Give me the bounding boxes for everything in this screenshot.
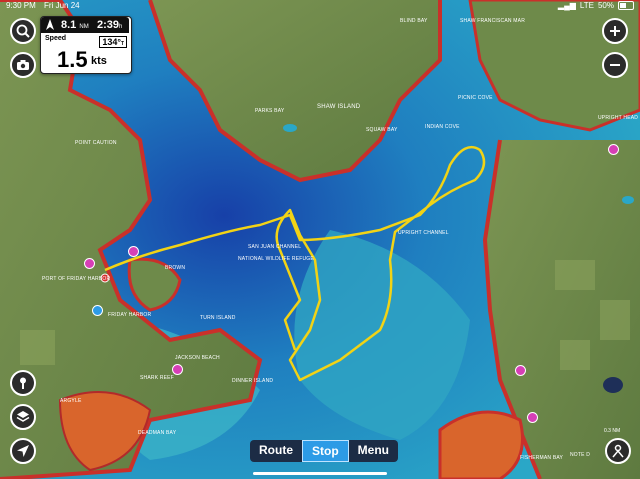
- lake: [603, 377, 623, 393]
- map-label-wildlife-refuge: NATIONAL WILDLIFE REFUGE: [238, 256, 314, 262]
- map-label-blind-bay: BLIND BAY: [400, 18, 428, 24]
- marina-marker[interactable]: [84, 258, 95, 269]
- map-label-friday-harbor: FRIDAY HARBOR: [108, 312, 152, 318]
- status-battery-percent: 50%: [597, 1, 614, 10]
- signal-bars-icon: ▂▄▆: [557, 1, 576, 10]
- map-label-shaw-island: SHAW ISLAND: [317, 104, 361, 110]
- account-button[interactable]: [605, 438, 631, 464]
- pin-icon: [20, 377, 26, 389]
- marina-marker[interactable]: [128, 246, 139, 257]
- heading-readout: 134°T: [99, 36, 127, 48]
- status-date: Fri Jun 24: [44, 1, 80, 10]
- map-label-picnic-cove: PICNIC COVE: [458, 95, 493, 101]
- heading-value: 134°: [102, 37, 121, 47]
- map-label-port-friday-harbor: PORT OF FRIDAY HARBOR: [42, 276, 111, 282]
- map-label-deadman-bay: DEADMAN BAY: [138, 430, 177, 436]
- zoom-out-button[interactable]: [602, 52, 628, 78]
- map-label-shark-reef: SHARK REEF: [140, 375, 174, 381]
- map-label-indian-cove: INDIAN COVE: [425, 124, 460, 130]
- map-label-jackson-beach: JACKSON BEACH: [175, 355, 220, 361]
- status-right: ▂▄▆ LTE 50%: [558, 1, 634, 10]
- status-bar: 9:30 PM Fri Jun 24 ▂▄▆ LTE 50%: [0, 0, 640, 12]
- status-time: 9:30 PM: [6, 1, 36, 10]
- lake: [283, 124, 297, 132]
- marina-marker[interactable]: [172, 364, 183, 375]
- home-indicator[interactable]: [253, 472, 387, 475]
- speed-unit: kts: [91, 55, 107, 67]
- waypoint-button[interactable]: [10, 370, 36, 396]
- search-icon: [16, 24, 30, 38]
- camera-icon: [17, 60, 29, 70]
- navigation-arrow-icon: [17, 445, 29, 457]
- speed-label: Speed: [45, 35, 67, 42]
- layers-button[interactable]: [10, 404, 36, 430]
- map-label-upright-head: UPRIGHT HEAD: [598, 115, 639, 121]
- map-label-argyle: ARGYLE: [60, 398, 82, 404]
- status-time-date: 9:30 PM Fri Jun 24: [6, 1, 80, 10]
- map-label-point-caution: POINT CAUTION: [75, 140, 117, 146]
- map-label-upright-channel: UPRIGHT CHANNEL: [398, 230, 449, 236]
- map-label-san-juan-channel: SAN JUAN CHANNEL: [248, 244, 302, 250]
- layers-icon: [16, 411, 30, 422]
- marina-marker[interactable]: [527, 412, 538, 423]
- camera-button[interactable]: [10, 52, 36, 78]
- marina-marker[interactable]: [608, 144, 619, 155]
- battery-icon: [618, 1, 634, 10]
- stop-button[interactable]: Stop: [302, 440, 349, 462]
- map-label-squaw-bay: SQUAW BAY: [366, 127, 398, 133]
- search-button[interactable]: [10, 18, 36, 44]
- scale-bar: 0.3 NM: [604, 428, 621, 434]
- heading-suffix: T: [120, 41, 124, 47]
- time-unit: h: [119, 24, 123, 30]
- map-label-shaw-franciscan: SHAW FRANCISCAN MAR: [460, 18, 526, 24]
- gauge-header: 8.1 NM 2:39h: [41, 17, 129, 33]
- menu-button[interactable]: Menu: [349, 440, 398, 462]
- zoom-in-button[interactable]: [602, 18, 628, 44]
- lake: [622, 196, 634, 204]
- info-marker-icon[interactable]: [92, 305, 103, 316]
- locate-button[interactable]: [10, 438, 36, 464]
- map-label-fisherman-bay: FISHERMAN BAY: [520, 455, 564, 461]
- status-network: LTE: [579, 1, 594, 10]
- land-fisherman-bay: [438, 410, 524, 479]
- route-button[interactable]: Route: [250, 440, 302, 462]
- map-label-dinner-island: DINNER ISLAND: [232, 378, 274, 384]
- map-label-brown: BROWN: [165, 265, 186, 271]
- bottom-action-bar: Route Stop Menu: [250, 440, 399, 462]
- marina-marker[interactable]: [515, 365, 526, 376]
- minus-icon: [610, 64, 620, 66]
- user-icon: [612, 444, 624, 458]
- speed-gauge[interactable]: 8.1 NM 2:39h Speed 134°T 1.5 kts: [40, 16, 132, 74]
- time-value: 2:39: [97, 19, 120, 31]
- plus-icon: [610, 26, 620, 36]
- map-label-parks-bay: PARKS BAY: [255, 108, 285, 114]
- distance-unit: NM: [79, 24, 89, 30]
- battery-level: [620, 3, 626, 8]
- distance-remaining: 8.1 NM: [61, 19, 89, 31]
- map-label-note-d: NOTE D: [570, 452, 591, 458]
- distance-value: 8.1: [61, 19, 77, 31]
- time-remaining: 2:39h: [97, 19, 122, 31]
- speed-value: 1.5: [57, 47, 88, 72]
- map-label-turn-island: TURN ISLAND: [200, 315, 236, 321]
- route-compass-icon: [46, 19, 54, 30]
